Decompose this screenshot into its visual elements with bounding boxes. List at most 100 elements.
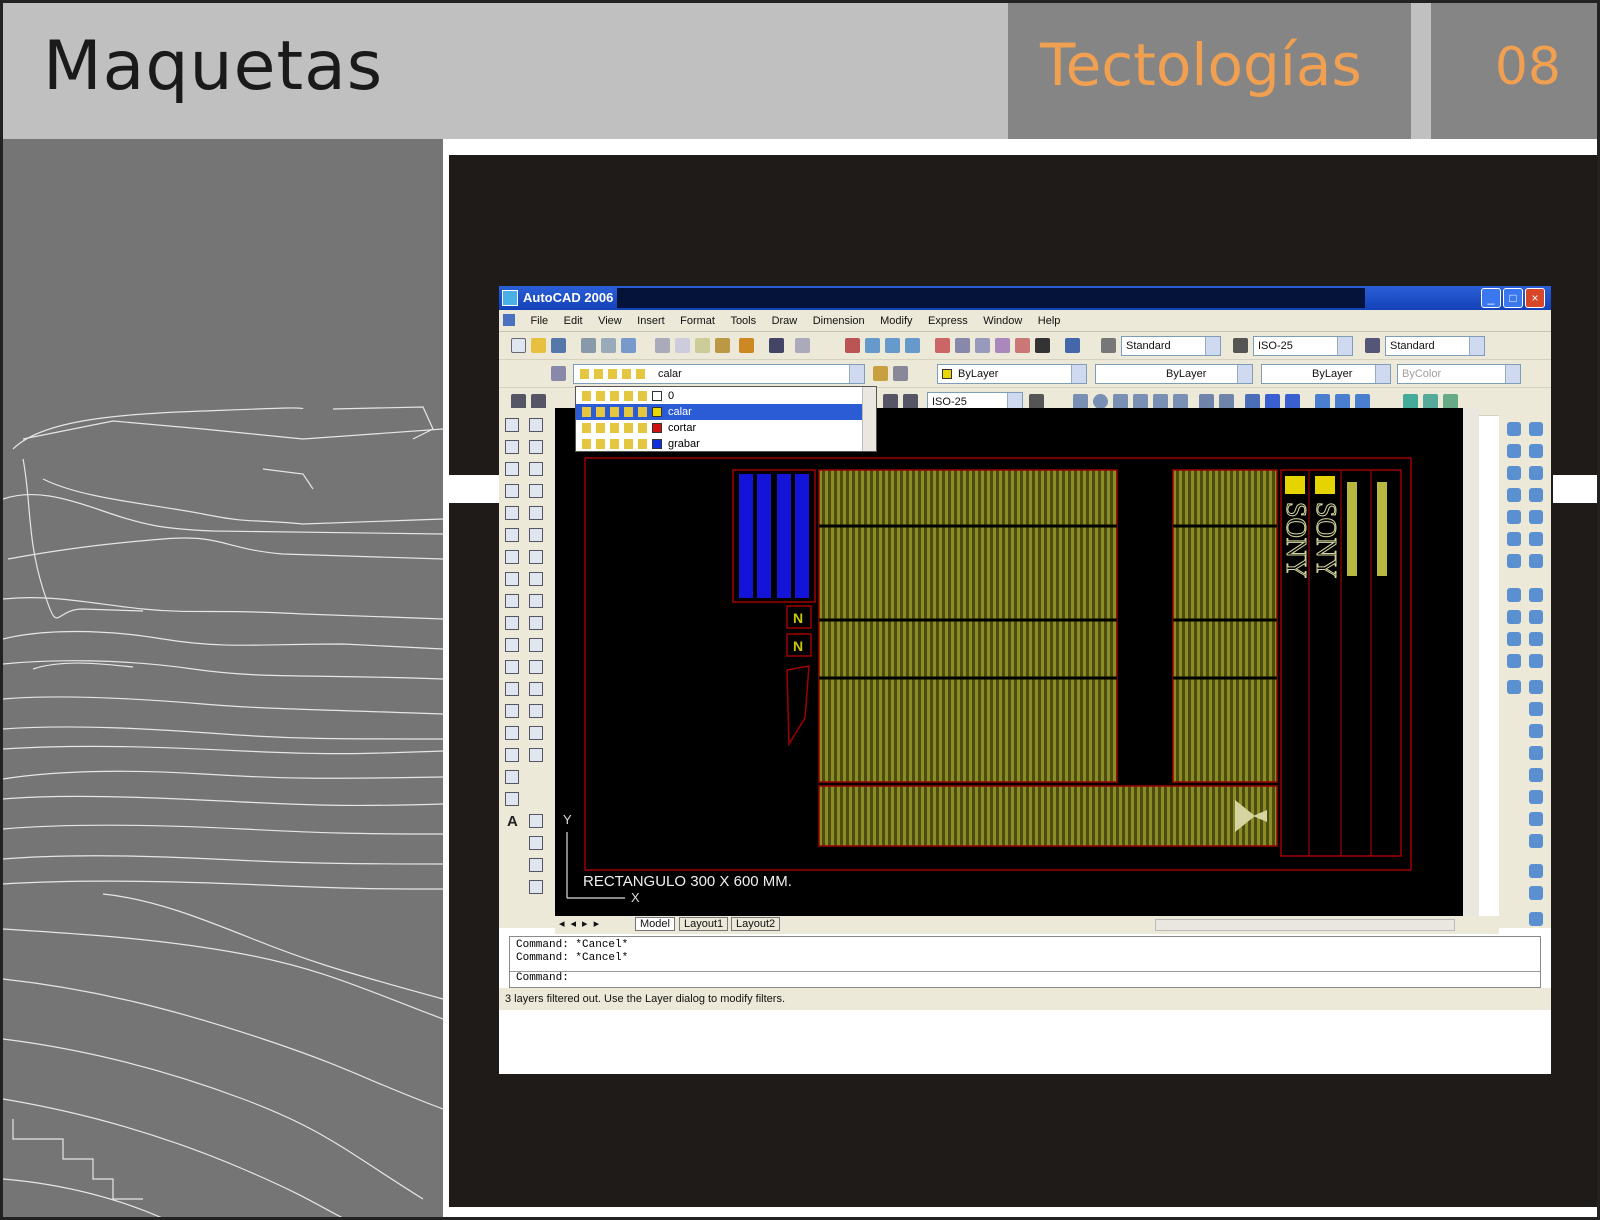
orbit-icon[interactable] bbox=[1403, 394, 1418, 409]
menu-window[interactable]: Window bbox=[983, 310, 1022, 332]
3d-tool-icon[interactable] bbox=[1529, 864, 1543, 878]
lineweight-select[interactable]: ByLayer bbox=[1261, 364, 1391, 384]
redo-icon[interactable] bbox=[795, 338, 810, 353]
properties-icon[interactable] bbox=[935, 338, 950, 353]
3d-tool-icon[interactable] bbox=[1507, 488, 1521, 502]
scene-icon[interactable] bbox=[1355, 394, 1370, 409]
model-space-canvas[interactable]: SONY SONY N N Y X RECTANGULO 300 X 600 M… bbox=[555, 408, 1463, 916]
array-icon[interactable] bbox=[529, 506, 543, 520]
walk-icon[interactable] bbox=[1443, 394, 1458, 409]
menu-express[interactable]: Express bbox=[928, 310, 968, 332]
scale-icon[interactable] bbox=[529, 572, 543, 586]
dim-style-manager-icon[interactable] bbox=[1029, 394, 1044, 409]
3d-tool-icon[interactable] bbox=[1507, 466, 1521, 480]
paste-icon[interactable] bbox=[695, 338, 710, 353]
3d-tool-icon[interactable] bbox=[1529, 746, 1543, 760]
3d-tool-icon[interactable] bbox=[1507, 588, 1521, 602]
3d-tool-icon[interactable] bbox=[1529, 654, 1543, 668]
hatch-icon[interactable] bbox=[505, 726, 519, 740]
bring-front-icon[interactable] bbox=[529, 836, 543, 850]
layer-row[interactable]: grabar bbox=[576, 436, 862, 452]
menu-modify[interactable]: Modify bbox=[880, 310, 912, 332]
explode-icon[interactable] bbox=[529, 748, 543, 762]
layer-row[interactable]: cortar bbox=[576, 420, 862, 436]
sheet-set-icon[interactable] bbox=[995, 338, 1010, 353]
text-front-icon[interactable] bbox=[529, 880, 543, 894]
tab-nav-arrows[interactable]: ◂◂▸▸ bbox=[559, 917, 605, 930]
hide-icon[interactable] bbox=[1315, 394, 1330, 409]
3d-tool-icon[interactable] bbox=[1529, 834, 1543, 848]
3d-tool-icon[interactable] bbox=[1507, 654, 1521, 668]
cut-icon[interactable] bbox=[655, 338, 670, 353]
match-properties-icon[interactable] bbox=[715, 338, 730, 353]
copy-icon[interactable] bbox=[675, 338, 690, 353]
markup-icon[interactable] bbox=[1015, 338, 1030, 353]
zoom-window-icon[interactable] bbox=[885, 338, 900, 353]
break-icon[interactable] bbox=[529, 660, 543, 674]
3d-tool-icon[interactable] bbox=[1529, 444, 1543, 458]
3d-tool-icon[interactable] bbox=[1529, 812, 1543, 826]
camera-icon[interactable] bbox=[1423, 394, 1438, 409]
3d-tool-icon[interactable] bbox=[1529, 488, 1543, 502]
new-icon[interactable] bbox=[511, 338, 526, 353]
3d-tool-icon[interactable] bbox=[1529, 588, 1543, 602]
close-button[interactable]: × bbox=[1525, 288, 1545, 308]
3d-tool-icon[interactable] bbox=[1529, 422, 1543, 436]
erase-icon[interactable] bbox=[529, 418, 543, 432]
zoom-previous-icon[interactable] bbox=[905, 338, 920, 353]
design-center-icon[interactable] bbox=[955, 338, 970, 353]
color-select[interactable]: ByLayer bbox=[937, 364, 1087, 384]
rotate-icon[interactable] bbox=[529, 550, 543, 564]
horizontal-scrollbar[interactable] bbox=[1155, 919, 1455, 931]
make-current-icon[interactable] bbox=[873, 366, 888, 381]
stretch-icon[interactable] bbox=[529, 594, 543, 608]
revision-cloud-icon[interactable] bbox=[505, 572, 519, 586]
polyline-icon[interactable] bbox=[505, 462, 519, 476]
box-icon[interactable] bbox=[1073, 394, 1088, 409]
layer-list-scrollbar[interactable] bbox=[862, 387, 876, 451]
offset-icon[interactable] bbox=[529, 484, 543, 498]
3d-tool-icon[interactable] bbox=[1507, 532, 1521, 546]
3d-tool-icon[interactable] bbox=[1507, 554, 1521, 568]
ellipse-icon[interactable] bbox=[505, 616, 519, 630]
text-style-icon[interactable] bbox=[1101, 338, 1116, 353]
table-style-icon[interactable] bbox=[1365, 338, 1380, 353]
3d-tool-icon[interactable] bbox=[1507, 444, 1521, 458]
maximize-button[interactable]: □ bbox=[1503, 288, 1523, 308]
publish-icon[interactable] bbox=[621, 338, 636, 353]
command-window[interactable]: Command: *Cancel* Command: *Cancel* Comm… bbox=[509, 936, 1541, 988]
dim-style-select[interactable]: ISO-25 bbox=[1253, 336, 1353, 356]
cylinder-icon[interactable] bbox=[1113, 394, 1128, 409]
plot-style-select[interactable]: ByColor bbox=[1397, 364, 1521, 384]
extrude-icon[interactable] bbox=[1199, 394, 1214, 409]
copy-object-icon[interactable] bbox=[529, 440, 543, 454]
subtract-icon[interactable] bbox=[1265, 394, 1280, 409]
dimension-edit-icon[interactable] bbox=[883, 394, 898, 409]
fillet-icon[interactable] bbox=[529, 726, 543, 740]
3d-tool-icon[interactable] bbox=[1507, 510, 1521, 524]
multiline-text-icon[interactable]: A bbox=[507, 813, 518, 830]
3d-tool-icon[interactable] bbox=[1529, 610, 1543, 624]
3d-tool-icon[interactable] bbox=[1529, 768, 1543, 782]
menu-tools[interactable]: Tools bbox=[730, 310, 756, 332]
3d-tool-icon[interactable] bbox=[1507, 610, 1521, 624]
command-prompt[interactable]: Command: bbox=[510, 971, 1540, 984]
mirror-icon[interactable] bbox=[529, 462, 543, 476]
ellipse-arc-icon[interactable] bbox=[505, 638, 519, 652]
calculator-icon[interactable] bbox=[1035, 338, 1050, 353]
make-block-icon[interactable] bbox=[505, 682, 519, 696]
3d-tool-icon[interactable] bbox=[1529, 724, 1543, 738]
tool-palettes-icon[interactable] bbox=[975, 338, 990, 353]
3d-tool-icon[interactable] bbox=[1529, 680, 1543, 694]
minimize-button[interactable]: _ bbox=[1481, 288, 1501, 308]
insert-block-icon[interactable] bbox=[505, 660, 519, 674]
layer-row[interactable]: 0 bbox=[576, 388, 862, 404]
menu-help[interactable]: Help bbox=[1038, 310, 1061, 332]
point-icon[interactable] bbox=[505, 704, 519, 718]
text-style-select[interactable]: Standard bbox=[1121, 336, 1221, 356]
move-icon[interactable] bbox=[529, 528, 543, 542]
rectangle-icon[interactable] bbox=[505, 506, 519, 520]
menu-insert[interactable]: Insert bbox=[637, 310, 665, 332]
dim-style-icon[interactable] bbox=[1233, 338, 1248, 353]
undo-icon[interactable] bbox=[769, 338, 784, 353]
